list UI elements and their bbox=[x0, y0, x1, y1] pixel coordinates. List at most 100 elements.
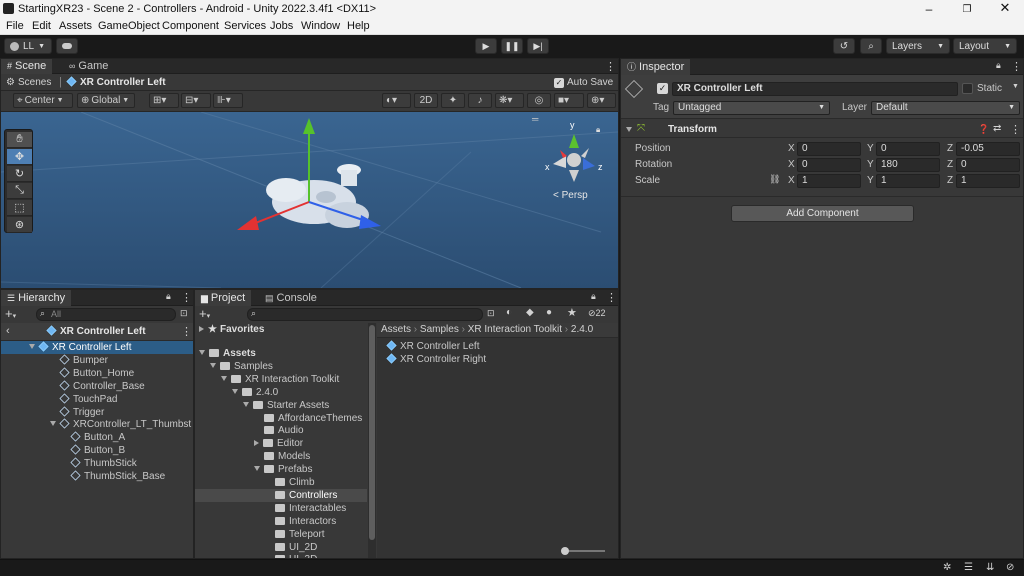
controller-model[interactable] bbox=[266, 164, 369, 228]
object-crumb[interactable]: XR Controller Left bbox=[66, 76, 166, 88]
filter-log-icon[interactable]: ● bbox=[546, 307, 552, 318]
scrollbar-thumb[interactable] bbox=[369, 325, 375, 540]
y-axis-arrow[interactable] bbox=[303, 118, 315, 134]
constrain-proportions-icon[interactable]: ⛓︎ bbox=[769, 174, 780, 185]
folder-tree-item[interactable]: UI_3D bbox=[195, 553, 367, 558]
auto-save-toggle[interactable]: ✓ Auto Save bbox=[554, 77, 613, 88]
lighting-toggle[interactable]: ✦ bbox=[441, 93, 465, 108]
favorites-item[interactable]: ★ Favorites bbox=[199, 323, 264, 336]
help-icon[interactable]: ❓ bbox=[978, 124, 989, 135]
crumb-version[interactable]: 2.4.0 bbox=[571, 324, 593, 335]
transform-tool-button[interactable]: ⊛ bbox=[7, 217, 32, 233]
folder-tree-item[interactable]: Models bbox=[195, 450, 367, 463]
search-button[interactable]: ⌕ bbox=[860, 38, 882, 54]
rotation-x-field[interactable]: 0 bbox=[797, 158, 861, 172]
cache-icon[interactable]: ⇊ bbox=[986, 562, 994, 573]
hierarchy-item[interactable]: XRController_LT_Thumbst bbox=[1, 418, 193, 431]
hierarchy-item[interactable]: Button_A bbox=[1, 431, 193, 444]
pause-button[interactable]: ❚❚ bbox=[501, 38, 523, 54]
asset-item[interactable]: XR Controller Left bbox=[386, 340, 479, 353]
slider-handle[interactable] bbox=[561, 547, 569, 555]
menu-assets[interactable]: Assets bbox=[59, 20, 92, 32]
hidden-packages-toggle[interactable]: ⊘22 bbox=[588, 308, 606, 319]
hierarchy-item[interactable]: Bumper bbox=[1, 354, 193, 367]
position-x-field[interactable]: 0 bbox=[797, 142, 861, 156]
effects-dropdown[interactable]: ❋▾ bbox=[495, 93, 524, 108]
orientation-gizmo[interactable] bbox=[553, 134, 595, 182]
component-more-icon[interactable]: ⋮ bbox=[1010, 123, 1021, 136]
tab-inspector[interactable]: ⓘ Inspector bbox=[621, 59, 691, 75]
folder-tree-item[interactable]: Interactables bbox=[195, 502, 367, 515]
hierarchy-filter-icon[interactable]: ⊡ bbox=[180, 308, 188, 319]
grid-snap-button[interactable]: ⊞▾ bbox=[149, 93, 179, 108]
static-checkbox[interactable] bbox=[962, 83, 973, 94]
back-arrow-icon[interactable]: ‹ bbox=[6, 325, 10, 337]
2d-toggle[interactable]: 2D bbox=[414, 93, 438, 108]
rotation-y-field[interactable]: 180 bbox=[876, 158, 940, 172]
menu-help[interactable]: Help bbox=[347, 20, 370, 32]
icon-size-slider[interactable] bbox=[561, 547, 605, 555]
grid-visibility-button[interactable]: ⊟▾ bbox=[181, 93, 211, 108]
minimize-icon[interactable]: – bbox=[922, 2, 936, 16]
folder-tree-item[interactable]: Samples bbox=[195, 360, 367, 373]
tag-dropdown[interactable]: Untagged ▼ bbox=[673, 101, 830, 115]
folder-tree-item[interactable]: Teleport bbox=[195, 528, 367, 541]
scene-viewport[interactable]: y x z 🔒︎ < Persp ═ bbox=[1, 112, 618, 288]
audio-toggle[interactable]: ♪ bbox=[468, 93, 492, 108]
expand-arrow-icon[interactable] bbox=[50, 421, 56, 427]
menu-gameobject[interactable]: GameObject bbox=[98, 20, 160, 32]
hierarchy-item[interactable]: Controller_Base bbox=[1, 380, 193, 393]
hierarchy-search-input[interactable]: ⌕ All bbox=[36, 308, 176, 321]
rect-tool-button[interactable]: ⬚ bbox=[7, 200, 32, 216]
inspector-lock-icon[interactable]: 🔒︎ bbox=[996, 60, 1001, 71]
active-checkbox[interactable]: ✓ bbox=[657, 83, 668, 94]
favorite-icon[interactable]: ★ bbox=[567, 306, 577, 319]
menu-window[interactable]: Window bbox=[301, 20, 340, 32]
crumb-xrit[interactable]: XR Interaction Toolkit bbox=[468, 324, 562, 335]
stack-icon[interactable]: ☰ bbox=[964, 562, 973, 573]
expand-arrow-icon[interactable] bbox=[221, 375, 227, 381]
search-mode-icon[interactable]: ⊡ bbox=[487, 308, 495, 319]
maximize-icon[interactable]: ❐ bbox=[960, 2, 974, 16]
pivot-dropdown[interactable]: ⌖ Center ▼ bbox=[13, 93, 73, 108]
menu-jobs[interactable]: Jobs bbox=[270, 20, 293, 32]
space-dropdown[interactable]: ⊕ Global ▼ bbox=[77, 93, 135, 108]
add-component-button[interactable]: Add Component bbox=[731, 205, 914, 222]
hierarchy-add-button[interactable]: +▾ bbox=[5, 306, 16, 321]
hierarchy-item[interactable]: TouchPad bbox=[1, 393, 193, 406]
crumb-assets[interactable]: Assets bbox=[381, 324, 411, 335]
position-z-field[interactable]: -0.05 bbox=[956, 142, 1020, 156]
folder-tree-item[interactable]: Assets bbox=[195, 347, 367, 360]
folder-tree-item[interactable]: Interactors bbox=[195, 515, 367, 528]
rotation-z-field[interactable]: 0 bbox=[956, 158, 1020, 172]
foldout-arrow[interactable] bbox=[626, 124, 636, 136]
expand-arrow-icon[interactable] bbox=[199, 350, 205, 355]
static-dropdown-icon[interactable]: ▼ bbox=[1012, 83, 1019, 90]
project-more-icon[interactable]: ⋮ bbox=[606, 291, 617, 304]
layer-dropdown[interactable]: Default ▼ bbox=[871, 101, 1020, 115]
hidden-objects-toggle[interactable]: ◎ bbox=[527, 93, 551, 108]
history-button[interactable]: ↺ bbox=[833, 38, 855, 54]
perspective-label[interactable]: < Persp bbox=[553, 190, 588, 201]
position-y-field[interactable]: 0 bbox=[876, 142, 940, 156]
folder-tree-item[interactable]: Climb bbox=[195, 476, 367, 489]
menu-file[interactable]: File bbox=[6, 20, 24, 32]
lock-icon[interactable]: 🔒︎ bbox=[596, 125, 600, 135]
scale-z-field[interactable]: 1 bbox=[956, 174, 1020, 188]
scale-tool-button[interactable]: ⤡ bbox=[7, 183, 32, 199]
hierarchy-item[interactable]: ThumbStick_Base bbox=[1, 470, 193, 483]
collab-icon[interactable]: ⊘ bbox=[1006, 562, 1014, 573]
close-icon[interactable]: ✕ bbox=[998, 0, 1012, 15]
scenes-crumb[interactable]: ⚙ Scenes bbox=[6, 77, 51, 88]
scale-x-field[interactable]: 1 bbox=[797, 174, 861, 188]
z-axis-arrow[interactable] bbox=[359, 215, 381, 229]
x-axis-arrow[interactable] bbox=[237, 216, 259, 230]
object-name-field[interactable]: XR Controller Left bbox=[672, 82, 958, 96]
increment-snap-button[interactable]: ⊪▾ bbox=[213, 93, 243, 108]
tab-scene[interactable]: # Scene bbox=[1, 59, 53, 74]
hierarchy-more-icon[interactable]: ⋮ bbox=[181, 291, 192, 304]
account-dropdown[interactable]: LL ▼ bbox=[4, 38, 52, 54]
play-button[interactable]: ▶ bbox=[475, 38, 497, 54]
expand-arrow-icon[interactable] bbox=[254, 466, 260, 472]
layers-dropdown[interactable]: Layers ▼ bbox=[886, 38, 950, 54]
